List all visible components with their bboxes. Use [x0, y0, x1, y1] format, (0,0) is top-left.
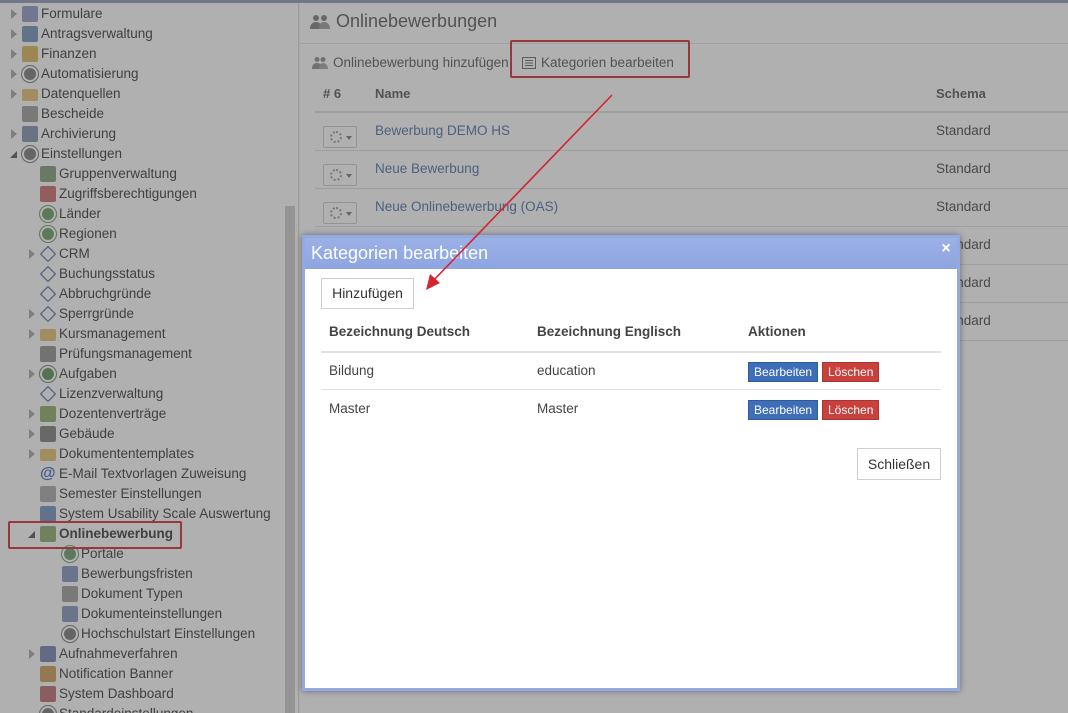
annotation-arrow [426, 94, 613, 290]
